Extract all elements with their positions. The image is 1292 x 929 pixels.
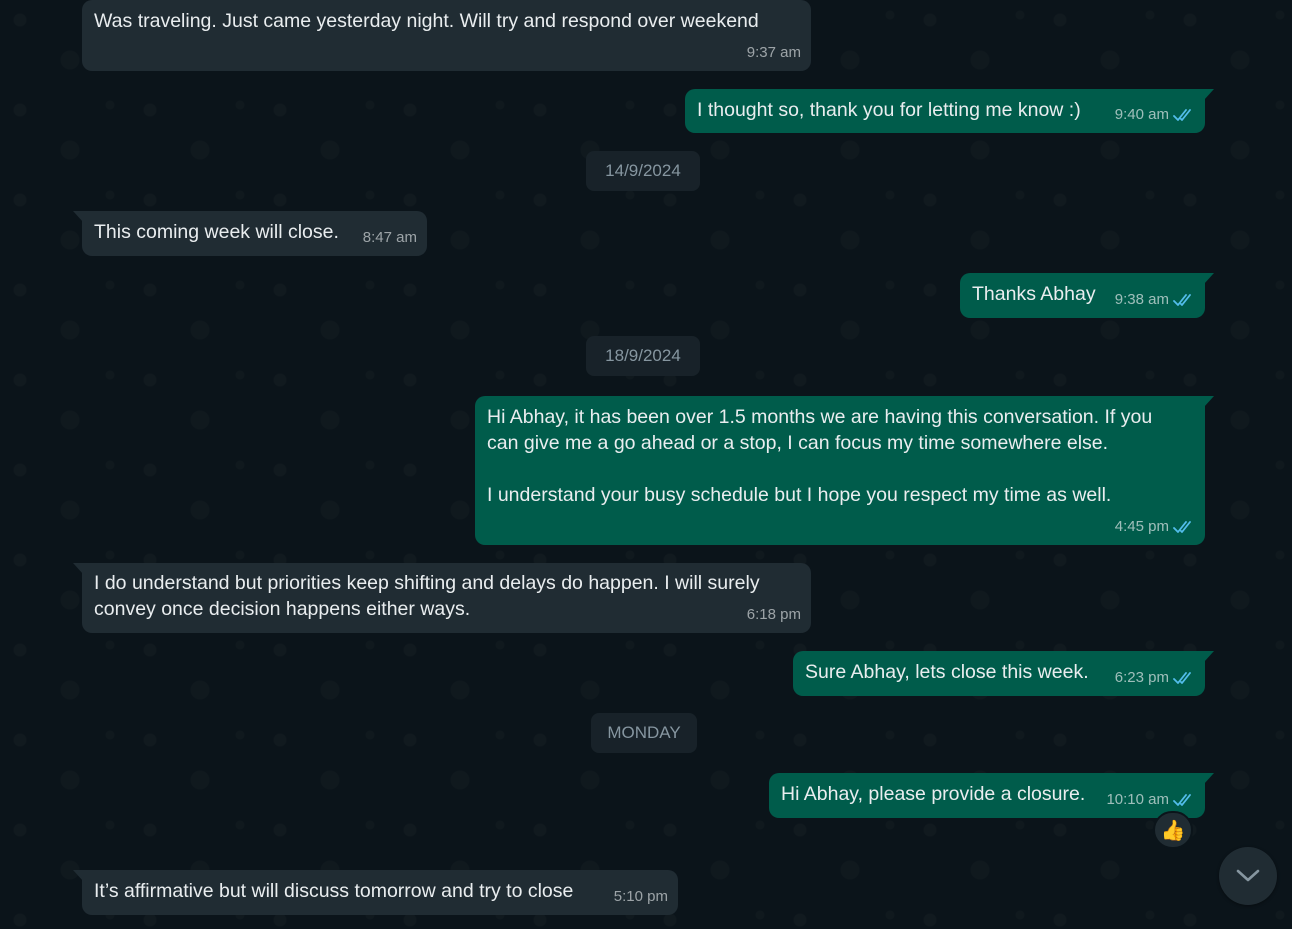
thumbs-up-reaction[interactable]: 👍 bbox=[1153, 811, 1193, 849]
message-time: 9:40 am bbox=[1114, 106, 1169, 123]
message-meta: 9:40 am bbox=[1115, 102, 1195, 128]
message-text: Sure Abhay, lets close this week. bbox=[805, 661, 1089, 683]
message-incoming[interactable]: This coming week will close. 8:47 am bbox=[73, 211, 427, 256]
message-time: 6:23 pm bbox=[1114, 669, 1169, 686]
date-separator: 18/9/2024 bbox=[586, 336, 700, 376]
message-meta: 5:10 pm bbox=[614, 884, 668, 910]
double-check-icon bbox=[1173, 672, 1191, 684]
message-meta: 9:38 am bbox=[1115, 287, 1195, 313]
double-check-icon bbox=[1173, 294, 1191, 306]
chevron-down-icon bbox=[1236, 869, 1260, 882]
message-time: 5:10 pm bbox=[613, 888, 668, 905]
message-meta: 6:18 pm bbox=[747, 602, 801, 628]
message-time: 8:47 am bbox=[362, 229, 417, 246]
message-outgoing[interactable]: Thanks Abhay 9:38 am bbox=[960, 273, 1214, 318]
message-outgoing[interactable]: I thought so, thank you for letting me k… bbox=[685, 89, 1214, 133]
chat-pane[interactable]: Was traveling. Just came yesterday night… bbox=[0, 0, 1292, 929]
message-text: This coming week will close. bbox=[94, 221, 339, 243]
date-separator: 14/9/2024 bbox=[586, 151, 700, 191]
message-incoming[interactable]: Was traveling. Just came yesterday night… bbox=[82, 0, 811, 71]
message-outgoing[interactable]: Hi Abhay, it has been over 1.5 months we… bbox=[475, 396, 1214, 545]
message-incoming[interactable]: I do understand but priorities keep shif… bbox=[73, 563, 811, 633]
message-meta: 10:10 am bbox=[1106, 787, 1195, 813]
message-text: I thought so, thank you for letting me k… bbox=[697, 99, 1081, 121]
message-outgoing[interactable]: Hi Abhay, please provide a closure. 10:1… bbox=[769, 773, 1214, 818]
double-check-icon bbox=[1173, 109, 1191, 121]
message-meta: 8:47 am bbox=[363, 225, 417, 251]
message-meta: 4:45 pm bbox=[1115, 514, 1195, 540]
message-meta: 9:37 am bbox=[747, 40, 801, 66]
thumbs-up-icon: 👍 bbox=[1160, 819, 1186, 842]
message-text: Thanks Abhay bbox=[972, 283, 1096, 305]
message-time: 10:10 am bbox=[1106, 791, 1169, 808]
message-time: 9:38 am bbox=[1114, 291, 1169, 308]
message-outgoing[interactable]: Sure Abhay, lets close this week. 6:23 p… bbox=[793, 651, 1214, 696]
scroll-to-bottom-button[interactable] bbox=[1219, 847, 1277, 905]
double-check-icon bbox=[1173, 794, 1191, 806]
message-text: Hi Abhay, please provide a closure. bbox=[781, 783, 1086, 805]
message-text: Hi Abhay, it has been over 1.5 months we… bbox=[487, 406, 1153, 506]
message-time: 9:37 am bbox=[746, 44, 801, 61]
message-text: It’s affirmative but will discuss tomorr… bbox=[94, 880, 574, 902]
message-time: 6:18 pm bbox=[746, 606, 801, 623]
double-check-icon bbox=[1173, 521, 1191, 533]
message-meta: 6:23 pm bbox=[1115, 665, 1195, 691]
message-time: 4:45 pm bbox=[1114, 518, 1169, 535]
message-incoming[interactable]: It’s affirmative but will discuss tomorr… bbox=[73, 870, 678, 915]
message-text: I do understand but priorities keep shif… bbox=[94, 572, 760, 620]
message-text: Was traveling. Just came yesterday night… bbox=[94, 10, 759, 32]
date-separator: MONDAY bbox=[591, 713, 697, 753]
